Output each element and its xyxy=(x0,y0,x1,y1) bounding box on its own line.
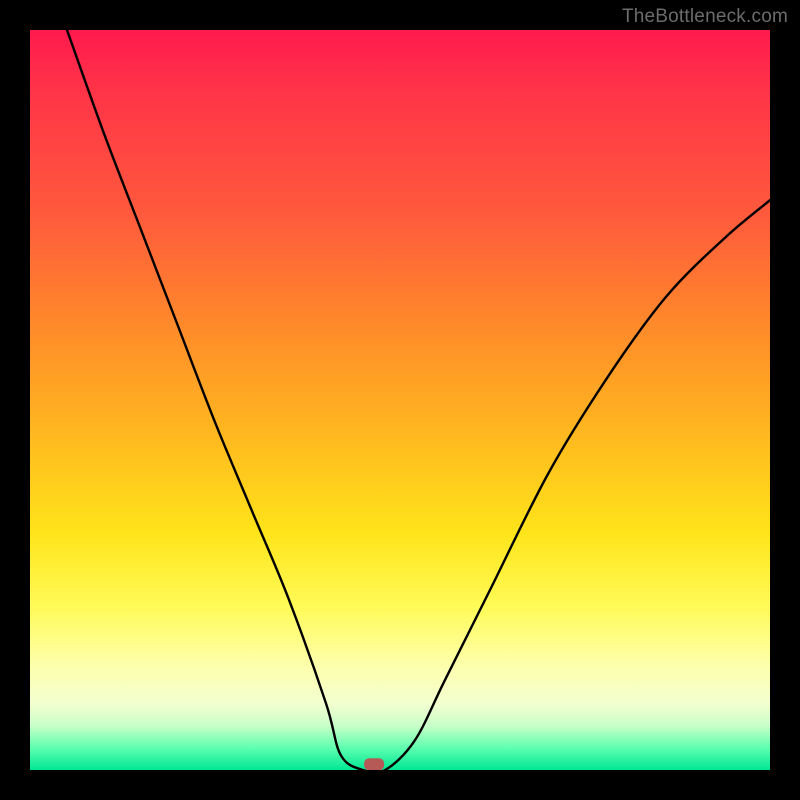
minimum-marker xyxy=(364,758,384,770)
watermark-text: TheBottleneck.com xyxy=(622,6,788,28)
bottleneck-curve xyxy=(67,30,770,770)
plot-area xyxy=(30,30,770,770)
curve-svg xyxy=(30,30,770,770)
chart-frame: TheBottleneck.com xyxy=(0,0,800,800)
